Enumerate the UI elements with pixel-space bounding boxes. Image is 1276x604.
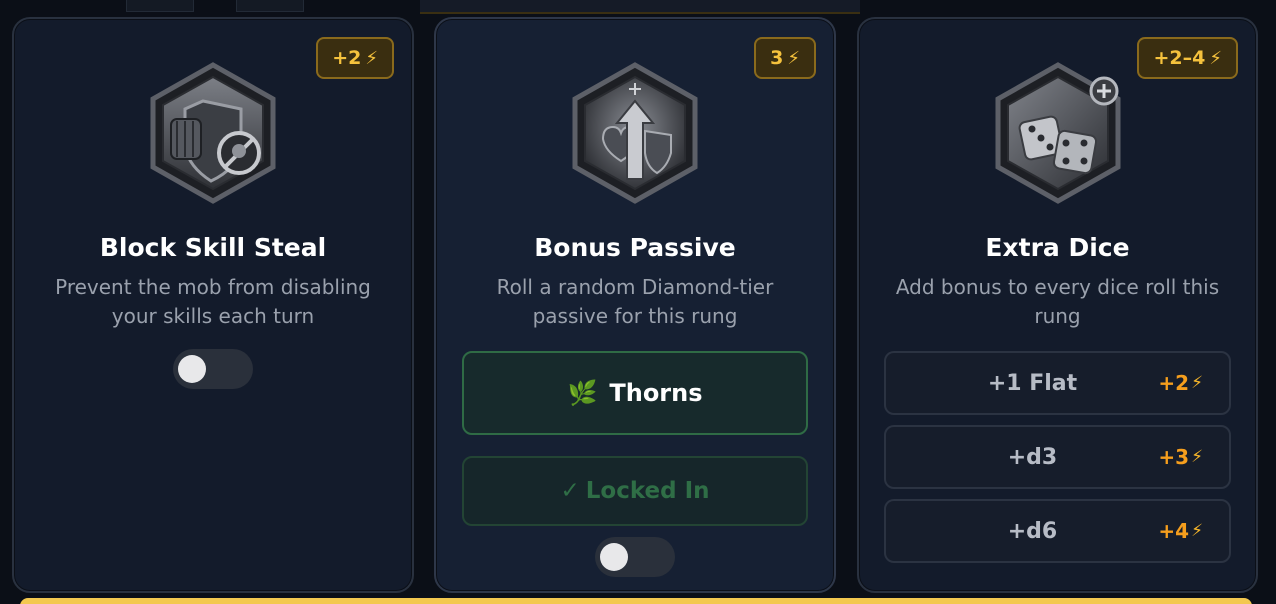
option-label: +d6 xyxy=(1007,518,1058,544)
option-cost-value: +4 xyxy=(1158,519,1190,543)
cost-badge: 3 ⚡ xyxy=(754,37,816,79)
option-cost: +4 ⚡ xyxy=(1158,501,1203,561)
rolled-passive-name: Thorns xyxy=(609,379,703,407)
background-tab xyxy=(236,0,304,12)
leaf-icon: 🌿 xyxy=(567,379,598,407)
dice-plus-icon xyxy=(995,62,1120,204)
cost-value: 3 xyxy=(770,47,784,69)
option-cost-value: +3 xyxy=(1158,445,1190,469)
dice-option-flat[interactable]: +1 Flat +2 ⚡ xyxy=(884,351,1231,415)
card-title: Bonus Passive xyxy=(534,233,736,262)
card-description: Add bonus to every dice roll this rung xyxy=(895,275,1220,328)
gauntlet-skull-shield-icon xyxy=(150,62,276,204)
option-label: +1 Flat xyxy=(987,370,1078,396)
background-header-strip xyxy=(420,0,860,14)
cost-value: +2–4 xyxy=(1153,47,1206,69)
card-description: Roll a random Diamond-tier passive for t… xyxy=(496,275,774,328)
toggle-knob xyxy=(600,543,628,571)
rolled-passive-display[interactable]: 🌿 Thorns xyxy=(462,351,808,435)
lightning-icon: ⚡ xyxy=(787,47,800,69)
option-label: +d3 xyxy=(1007,444,1058,470)
lightning-icon: ⚡ xyxy=(1191,447,1203,467)
extra-dice-card: +2–4 ⚡ Extra Dice Add bonus to every dic… xyxy=(857,17,1258,593)
bonus-passive-toggle[interactable] xyxy=(595,537,675,577)
block-skill-steal-card: +2 ⚡ Block Skill Steal Prevent the mob f… xyxy=(12,17,414,593)
dice-option-d6[interactable]: +d6 +4 ⚡ xyxy=(884,499,1231,563)
background-tab xyxy=(126,0,194,12)
option-cost: +2 ⚡ xyxy=(1158,353,1203,413)
option-cost-value: +2 xyxy=(1158,371,1190,395)
cost-badge: +2 ⚡ xyxy=(316,37,394,79)
lightning-icon: ⚡ xyxy=(365,47,378,69)
background-footer-bar xyxy=(20,598,1252,604)
card-title: Block Skill Steal xyxy=(99,233,327,262)
locked-in-button[interactable]: ✓ Locked In xyxy=(462,456,808,526)
dice-option-d3[interactable]: +d3 +3 ⚡ xyxy=(884,425,1231,489)
block-skill-steal-toggle[interactable] xyxy=(173,349,253,389)
heart-arrow-shield-icon xyxy=(572,62,698,204)
check-icon: ✓ xyxy=(560,478,580,504)
card-title: Extra Dice xyxy=(985,233,1130,262)
cost-badge: +2–4 ⚡ xyxy=(1137,37,1238,79)
option-cost: +3 ⚡ xyxy=(1158,427,1203,487)
lightning-icon: ⚡ xyxy=(1191,521,1203,541)
locked-in-label: Locked In xyxy=(585,478,710,504)
cost-value: +2 xyxy=(332,47,362,69)
lightning-icon: ⚡ xyxy=(1209,47,1222,69)
card-description: Prevent the mob from disabling your skil… xyxy=(55,275,371,328)
lightning-icon: ⚡ xyxy=(1191,373,1203,393)
toggle-knob xyxy=(178,355,206,383)
bonus-passive-card: 3 ⚡ Bonus Passive Roll a random Diamond-… xyxy=(434,17,836,593)
